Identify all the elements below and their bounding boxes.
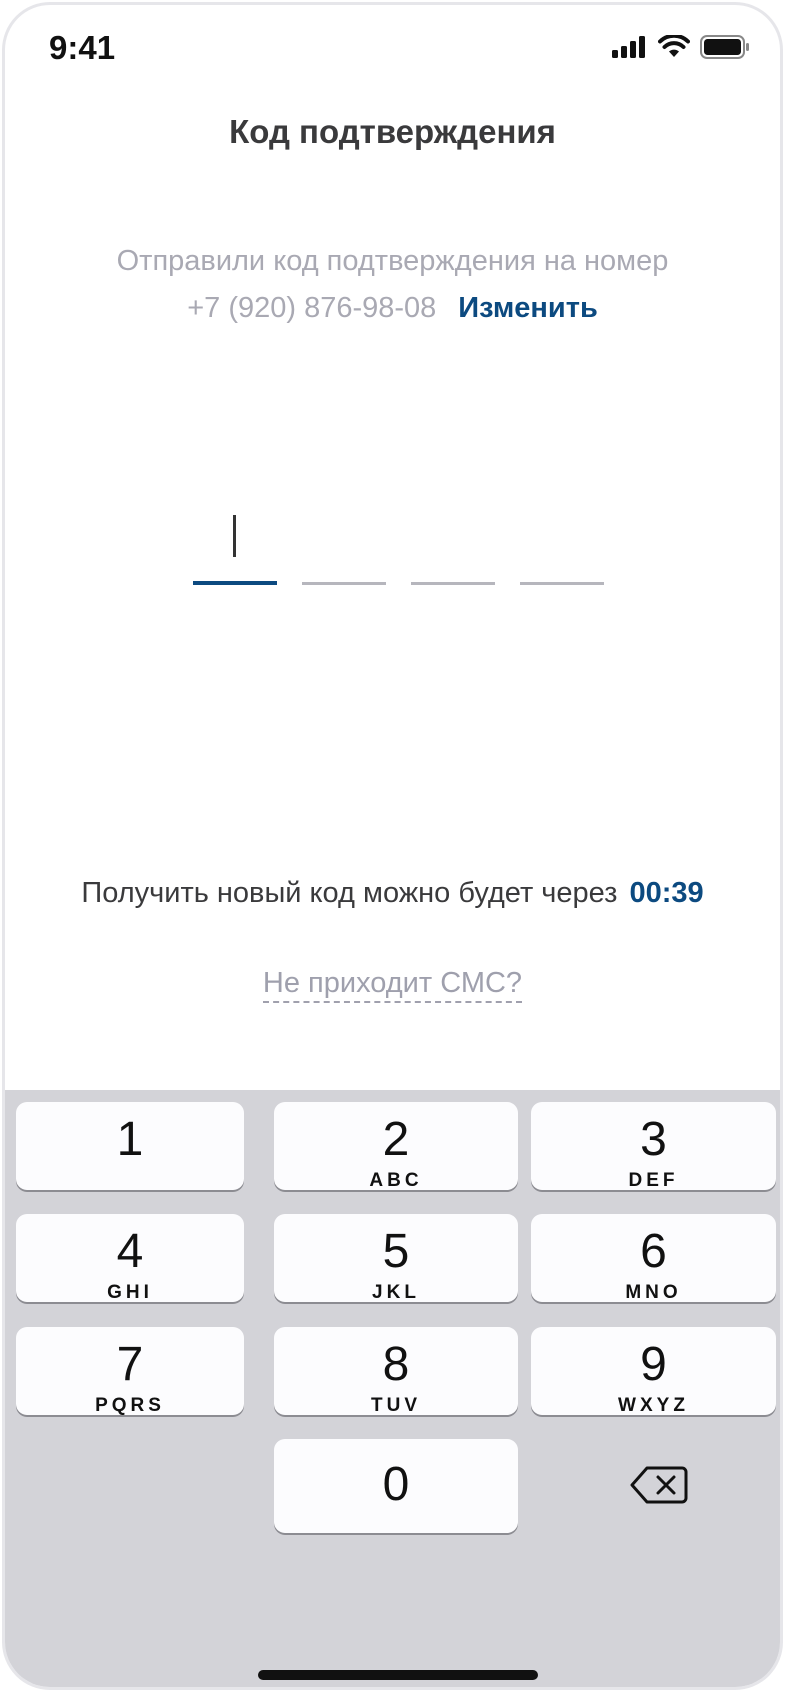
no-sms-link[interactable]: Не приходит СМС? — [262, 967, 523, 1003]
code-underline — [302, 582, 386, 585]
phone-frame: 9:41 Код подтверждения Отправили код под… — [2, 2, 783, 1690]
code-underline — [411, 582, 495, 585]
key-1[interactable]: 1 — [16, 1102, 244, 1190]
key-4[interactable]: 4 GHI — [16, 1214, 244, 1303]
key-digit: 9 — [640, 1338, 667, 1391]
key-digit: 5 — [382, 1225, 410, 1278]
resend-timer: 00:39 — [629, 877, 704, 909]
resend-text: Получить новый код можно будет через — [81, 877, 618, 909]
page-title: Код подтверждения — [229, 113, 556, 150]
key-letters: MNO — [625, 1282, 682, 1303]
code-underline — [520, 582, 604, 585]
key-digit: 8 — [382, 1338, 410, 1391]
key-digit: 1 — [116, 1113, 144, 1166]
key-3[interactable]: 3 DEF — [531, 1102, 776, 1191]
code-digit-1[interactable] — [193, 501, 277, 585]
key-letters: TUV — [371, 1395, 421, 1416]
phone-line: +7 (920) 876-98-08 Изменить — [5, 292, 780, 325]
key-7[interactable]: 7 PQRS — [16, 1327, 244, 1416]
key-digit: 2 — [382, 1113, 410, 1166]
code-input[interactable] — [193, 501, 604, 585]
backspace-icon[interactable] — [630, 1465, 688, 1505]
key-letters: PQRS — [95, 1395, 165, 1416]
code-digit-2[interactable] — [302, 501, 386, 585]
key-5[interactable]: 5 JKL — [274, 1214, 518, 1303]
code-digit-3[interactable] — [411, 501, 495, 585]
key-0[interactable]: 0 — [274, 1439, 518, 1533]
code-underline — [193, 581, 277, 585]
key-letters: GHI — [107, 1282, 153, 1303]
key-letters: ABC — [369, 1170, 423, 1191]
sent-info-text: Отправили код подтверждения на номер — [116, 245, 669, 277]
key-digit: 6 — [640, 1225, 667, 1278]
battery-icon — [700, 35, 749, 59]
wifi-icon — [658, 35, 690, 57]
text-cursor — [233, 515, 236, 557]
phone-number: +7 (920) 876-98-08 — [187, 292, 437, 324]
key-digit: 4 — [116, 1225, 144, 1278]
resend-info: Получить новый код можно будет через 00:3… — [5, 877, 780, 910]
key-6[interactable]: 6 MNO — [531, 1214, 776, 1303]
key-letters: JKL — [372, 1282, 420, 1303]
code-digit-4[interactable] — [520, 501, 604, 585]
no-sms-row: Не приходит СМС? — [5, 967, 780, 1003]
status-bar: 9:41 — [5, 5, 780, 95]
cellular-signal-icon — [612, 36, 645, 58]
status-time: 9:41 — [49, 29, 116, 66]
change-number-link[interactable]: Изменить — [458, 292, 598, 324]
key-2[interactable]: 2 ABC — [274, 1102, 518, 1191]
key-letters: WXYZ — [618, 1395, 689, 1416]
home-indicator[interactable] — [258, 1670, 538, 1680]
status-icons — [612, 35, 750, 59]
key-digit: 7 — [116, 1338, 144, 1391]
key-8[interactable]: 8 TUV — [274, 1327, 518, 1416]
key-digit: 3 — [640, 1113, 667, 1166]
numeric-keyboard: 1 2 ABC 3 DEF 4 GHI 5 JKL 6 MNO 7 PQRS 8 — [5, 1090, 780, 1687]
key-digit: 0 — [382, 1458, 410, 1511]
key-9[interactable]: 9 WXYZ — [531, 1327, 776, 1416]
key-letters: DEF — [628, 1170, 679, 1191]
